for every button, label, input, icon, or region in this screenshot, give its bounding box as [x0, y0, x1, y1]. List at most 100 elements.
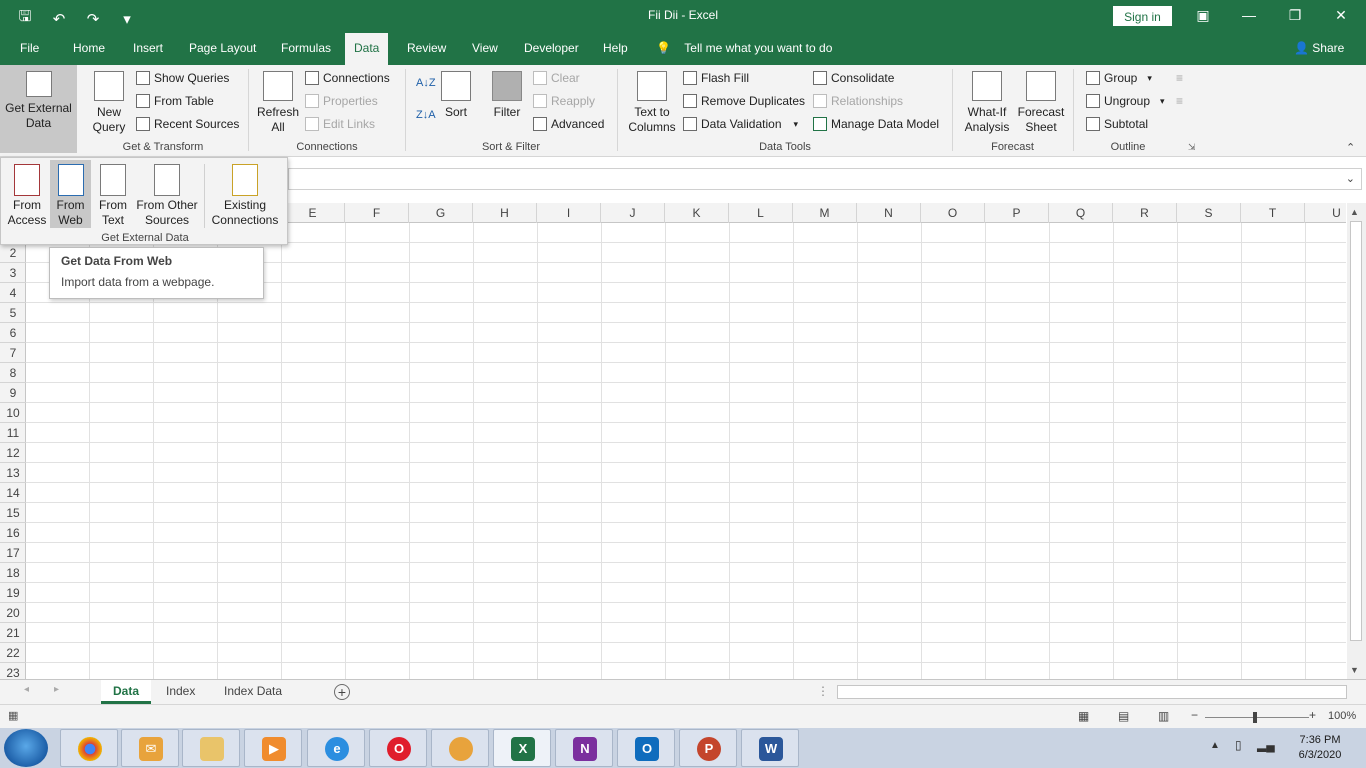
column-header[interactable]: S: [1177, 203, 1241, 223]
ribbon-display-options-icon[interactable]: ▣: [1180, 0, 1226, 33]
row-header[interactable]: 7: [0, 343, 26, 363]
taskbar-word[interactable]: W: [741, 729, 799, 767]
taskbar-outlook-express[interactable]: ✉: [121, 729, 179, 767]
start-button[interactable]: [4, 729, 48, 767]
taskbar-onenote[interactable]: N: [555, 729, 613, 767]
tab-review[interactable]: Review: [398, 33, 455, 65]
vertical-scrollbar[interactable]: ▲ ▼: [1347, 203, 1366, 679]
taskbar-chrome[interactable]: [60, 729, 118, 767]
column-header[interactable]: L: [729, 203, 793, 223]
sort-z-a-button[interactable]: Z↓A: [416, 109, 436, 121]
show-detail-icon[interactable]: ≡: [1176, 71, 1183, 85]
normal-view-icon[interactable]: ▦: [1078, 709, 1089, 723]
group-button[interactable]: Group ▾: [1086, 71, 1152, 85]
remove-duplicates-button[interactable]: Remove Duplicates: [683, 94, 805, 108]
manage-data-model-button[interactable]: Manage Data Model: [813, 117, 939, 131]
properties-button[interactable]: Properties: [305, 94, 378, 108]
outline-dialog-launcher-icon[interactable]: ⇲: [1188, 142, 1196, 153]
new-query-button[interactable]: New Query: [88, 71, 130, 135]
row-header[interactable]: 16: [0, 523, 26, 543]
data-validation-button[interactable]: Data Validation ▾: [683, 117, 798, 131]
scroll-sheets-right-icon[interactable]: ▸: [54, 684, 59, 695]
sort-a-z-button[interactable]: A↓Z: [416, 77, 436, 89]
scroll-sheets-left-icon[interactable]: ◂: [24, 684, 29, 695]
reapply-button[interactable]: Reapply: [533, 94, 595, 108]
column-header[interactable]: E: [281, 203, 345, 223]
taskbar-vpn-app[interactable]: [431, 729, 489, 767]
show-queries-button[interactable]: Show Queries: [136, 71, 229, 85]
flash-fill-button[interactable]: Flash Fill: [683, 71, 749, 85]
subtotal-button[interactable]: Subtotal: [1086, 117, 1148, 131]
zoom-slider-thumb[interactable]: [1253, 712, 1257, 723]
taskbar-opera[interactable]: O: [369, 729, 427, 767]
page-layout-view-icon[interactable]: ▤: [1118, 709, 1129, 723]
column-header[interactable]: G: [409, 203, 473, 223]
tab-developer[interactable]: Developer: [515, 33, 588, 65]
tab-file[interactable]: File: [11, 33, 48, 65]
filter-button[interactable]: Filter: [490, 71, 524, 120]
scroll-up-icon[interactable]: ▲: [1350, 207, 1359, 217]
new-sheet-button[interactable]: +: [334, 684, 350, 700]
relationships-button[interactable]: Relationships: [813, 94, 903, 108]
taskbar-outlook[interactable]: O: [617, 729, 675, 767]
collapse-ribbon-icon[interactable]: ⌃: [1346, 141, 1355, 154]
show-hidden-icons-icon[interactable]: ▲: [1210, 740, 1220, 751]
taskbar-file-explorer[interactable]: [182, 729, 240, 767]
sheet-tab-index-data[interactable]: Index Data: [212, 680, 294, 704]
row-header[interactable]: 14: [0, 483, 26, 503]
battery-icon[interactable]: ▯: [1235, 738, 1242, 752]
formula-input[interactable]: ⌄: [288, 168, 1362, 190]
row-header[interactable]: 20: [0, 603, 26, 623]
column-header[interactable]: O: [921, 203, 985, 223]
row-header[interactable]: 2: [0, 243, 26, 263]
column-header[interactable]: P: [985, 203, 1049, 223]
tab-view[interactable]: View: [463, 33, 507, 65]
vertical-scroll-thumb[interactable]: [1350, 221, 1362, 641]
from-web-button[interactable]: From Web: [50, 160, 91, 228]
taskbar-internet-explorer[interactable]: e: [307, 729, 365, 767]
sheet-tab-index[interactable]: Index: [154, 680, 207, 704]
recent-sources-button[interactable]: Recent Sources: [136, 117, 239, 131]
ungroup-button[interactable]: Ungroup ▾: [1086, 94, 1165, 108]
row-header[interactable]: 4: [0, 283, 26, 303]
row-header[interactable]: 17: [0, 543, 26, 563]
close-icon[interactable]: ✕: [1318, 0, 1364, 33]
row-header[interactable]: 9: [0, 383, 26, 403]
tell-me-search[interactable]: 💡 Tell me what you want to do: [656, 33, 832, 65]
what-if-analysis-button[interactable]: What-If Analysis: [958, 71, 1016, 135]
hide-detail-icon[interactable]: ≡: [1176, 94, 1183, 108]
taskbar-media-player[interactable]: ▶: [244, 729, 302, 767]
forecast-sheet-button[interactable]: Forecast Sheet: [1017, 71, 1065, 135]
existing-connections-button[interactable]: Existing Connections: [208, 160, 282, 228]
column-header[interactable]: Q: [1049, 203, 1113, 223]
tab-home[interactable]: Home: [64, 33, 114, 65]
row-header[interactable]: 8: [0, 363, 26, 383]
tab-formulas[interactable]: Formulas: [272, 33, 340, 65]
zoom-in-icon[interactable]: +: [1309, 708, 1316, 722]
tab-data[interactable]: Data: [345, 33, 389, 65]
row-header[interactable]: 13: [0, 463, 26, 483]
row-header[interactable]: 3: [0, 263, 26, 283]
taskbar-excel[interactable]: X: [493, 729, 551, 767]
row-header[interactable]: 10: [0, 403, 26, 423]
tab-insert[interactable]: Insert: [124, 33, 172, 65]
from-other-sources-button[interactable]: From Other Sources: [134, 160, 200, 228]
clear-button[interactable]: Clear: [533, 71, 580, 85]
row-header[interactable]: 21: [0, 623, 26, 643]
restore-icon[interactable]: ❐: [1272, 0, 1318, 33]
row-header[interactable]: 22: [0, 643, 26, 663]
page-break-preview-icon[interactable]: ▥: [1158, 709, 1169, 723]
zoom-level[interactable]: 100%: [1328, 710, 1356, 722]
taskbar-powerpoint[interactable]: P: [679, 729, 737, 767]
edit-links-button[interactable]: Edit Links: [305, 117, 375, 131]
macro-recording-icon[interactable]: ▦: [8, 709, 18, 722]
row-header[interactable]: 5: [0, 303, 26, 323]
column-header[interactable]: T: [1241, 203, 1305, 223]
row-header[interactable]: 11: [0, 423, 26, 443]
column-header[interactable]: I: [537, 203, 601, 223]
text-to-columns-button[interactable]: Text to Columns: [624, 71, 680, 135]
column-header[interactable]: F: [345, 203, 409, 223]
column-header[interactable]: H: [473, 203, 537, 223]
row-header[interactable]: 19: [0, 583, 26, 603]
column-header[interactable]: K: [665, 203, 729, 223]
